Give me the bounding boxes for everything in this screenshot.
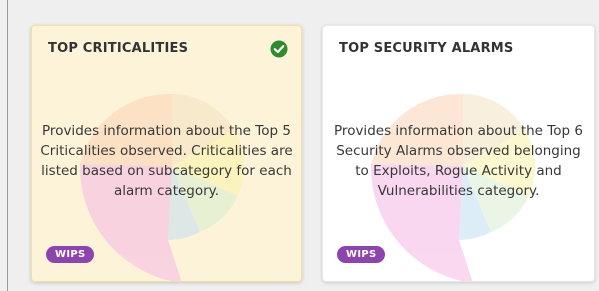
card-top-criticalities[interactable]: TOP CRITICALITIES Provides information a…	[31, 25, 302, 282]
wips-badge: WIPS	[46, 246, 95, 263]
card-description: Provides information about the Top 5 Cri…	[40, 123, 293, 199]
wips-badge: WIPS	[337, 246, 386, 263]
card-description: Provides information about the Top 6 Sec…	[334, 123, 583, 199]
card-top-security-alarms[interactable]: TOP SECURITY ALARMS Provides information…	[322, 25, 595, 282]
left-divider	[7, 0, 8, 291]
card-title: TOP CRITICALITIES	[48, 41, 189, 56]
card-title: TOP SECURITY ALARMS	[339, 41, 514, 56]
check-circle-icon	[270, 40, 288, 58]
